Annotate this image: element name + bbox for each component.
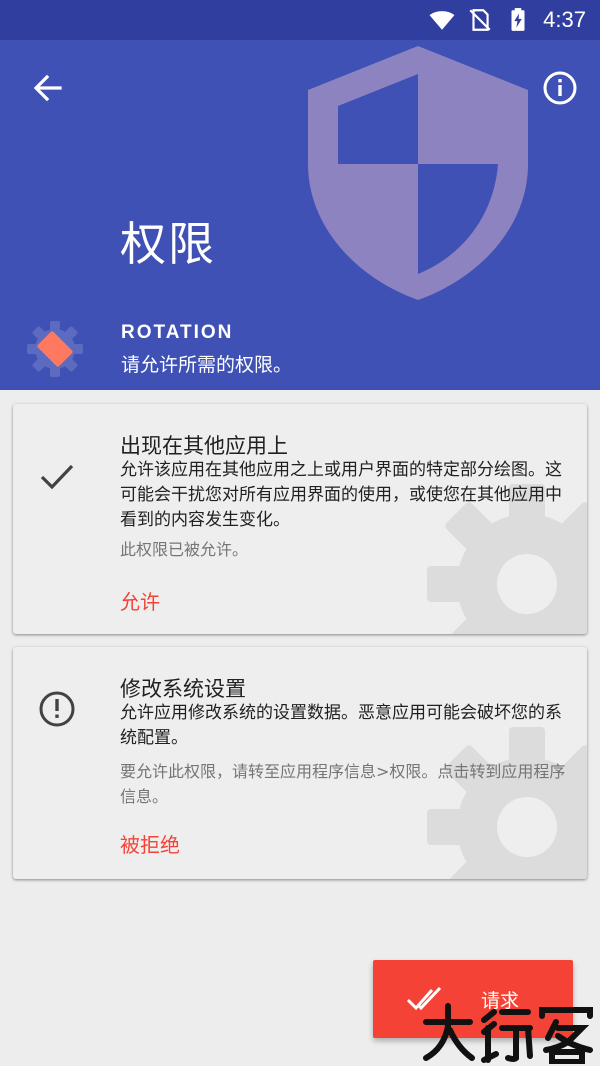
no-sim-icon (469, 9, 491, 31)
permission-description: 允许应用修改系统的设置数据。恶意应用可能会破坏您的系统配置。 (120, 703, 562, 748)
permission-status[interactable]: 要允许此权限，请转至应用程序信息>权限。点击转到应用程序信息。 (120, 759, 570, 809)
wifi-icon (429, 11, 455, 30)
check-icon (40, 464, 74, 490)
info-button[interactable] (538, 66, 582, 110)
permission-status: 此权限已被允许。 (120, 540, 249, 559)
info-icon (543, 71, 577, 105)
permission-allow-button[interactable]: 允许 (120, 586, 160, 615)
battery-charging-icon (511, 8, 525, 31)
app-name: ROTATION (121, 322, 234, 343)
permission-title: 出现在其他应用上 (120, 434, 288, 458)
header: 权限 ROTATION 请允许所需的权限。 (0, 40, 600, 390)
permission-title: 修改系统设置 (120, 677, 246, 701)
permission-card-write-settings: 修改系统设置 允许应用修改系统的设置数据。恶意应用可能会破坏您的系统配置。 要允… (13, 647, 587, 879)
app-logo (27, 321, 83, 377)
alert-circle-icon (39, 691, 75, 727)
permission-description: 允许该应用在其他应用之上或用户界面的特定部分绘图。这可能会干扰您对所有应用界面的… (120, 460, 562, 530)
header-subtitle: 请允许所需的权限。 (121, 354, 293, 376)
page-title: 权限 (120, 217, 216, 271)
status-bar: 4:37 (0, 0, 600, 40)
shield-icon (308, 46, 528, 300)
arrow-back-icon (33, 74, 62, 102)
watermark-logo (423, 1003, 593, 1064)
status-time: 4:37 (543, 7, 586, 32)
permission-denied-button[interactable]: 被拒绝 (120, 829, 180, 858)
permission-card-overlay: 出现在其他应用上 允许该应用在其他应用之上或用户界面的特定部分绘图。这可能会干扰… (13, 404, 587, 634)
back-button[interactable] (26, 66, 70, 110)
